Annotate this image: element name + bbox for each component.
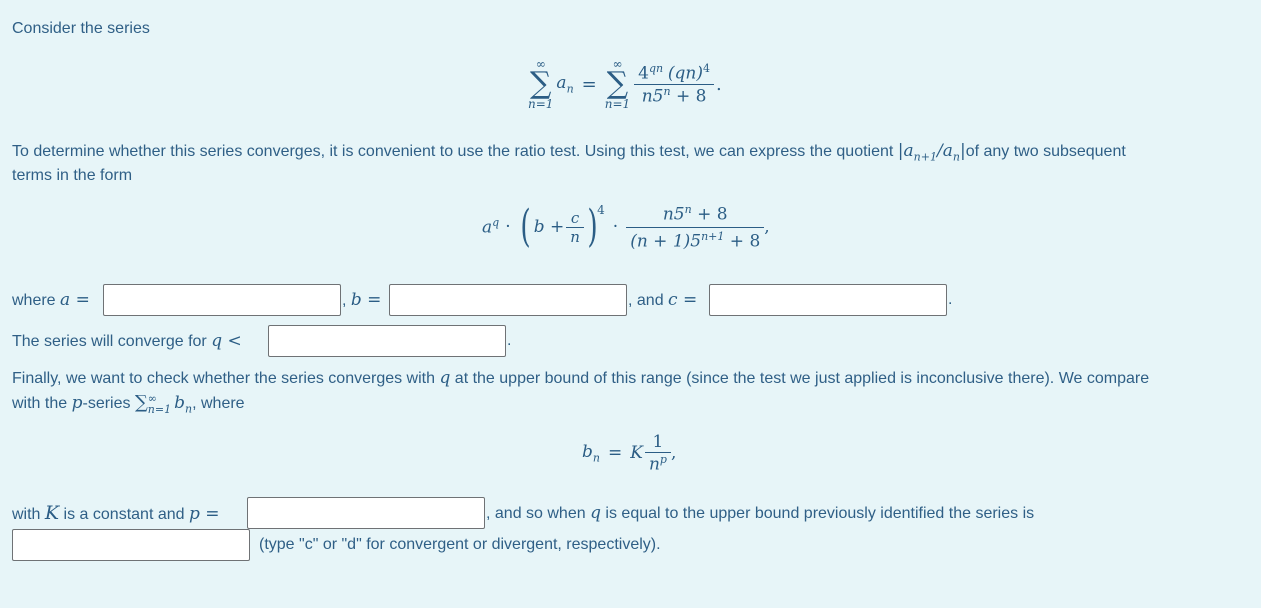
label-upper-bound-series: , and so when q is equal to the upper bo… (486, 503, 1035, 523)
dot-operator: · (505, 217, 511, 238)
answer-b-input[interactable] (389, 284, 627, 316)
answer-convergence-input[interactable] (12, 529, 250, 561)
p-series-paragraph-line1: Finally, we want to check whether the se… (12, 368, 1150, 388)
quotient-expression: |an+1/an| (897, 141, 966, 164)
ratio-test-paragraph-line1: To determine whether this series converg… (12, 141, 1126, 164)
answer-c-input[interactable] (709, 284, 947, 316)
constant-k: K (630, 443, 643, 464)
period: . (507, 332, 512, 349)
ratio-form-equation: aq · ( b + c n ) 4 · n5n + 8 (n + 1)5n+1… (482, 203, 770, 251)
right-paren: ) (587, 201, 598, 253)
convergence-hint: (type "c" or "d" for convergent or diver… (259, 536, 661, 553)
dot-operator: · (612, 217, 619, 238)
label-k-constant-p: with K is a constant and p = (12, 502, 220, 524)
sum-lower-limit: n=1 (604, 97, 631, 111)
comma: , (670, 443, 677, 464)
fraction-numerator: 4qn (qn)4 (638, 61, 710, 84)
left-paren: ( (520, 201, 531, 253)
bn-equation: bn = K 1 np , (582, 432, 676, 475)
series-fraction: 4qn (qn)4 n5n + 8 (634, 62, 714, 106)
label-converge-q: The series will converge for q < (12, 331, 242, 351)
series-equation: ∞ ∑ n=1 an = ∞ ∑ n=1 4qn (qn)4 n5n + 8 . (528, 58, 722, 110)
fraction-numerator: n5n + 8 (662, 203, 728, 225)
label-c: , and c = (628, 290, 698, 310)
sigma-icon: ∑ (530, 66, 552, 101)
sum-symbol: ∞ ∑ n=1 (528, 58, 553, 110)
answer-a-input[interactable] (103, 284, 341, 316)
answer-q-input[interactable] (268, 325, 506, 357)
period: . (948, 291, 953, 308)
one-over-n-p: 1 np (644, 432, 671, 475)
paren-exponent: 4 (597, 203, 605, 217)
fraction-denominator: (n + 1)5n+1 + 8 (630, 229, 761, 252)
fraction-numerator: c (570, 208, 580, 227)
sum-symbol-2: ∞ ∑ n=1 (605, 58, 630, 110)
term-a: an (556, 72, 574, 96)
b-n: bn (582, 442, 600, 465)
c-over-n-fraction: c n (566, 209, 584, 246)
fraction-numerator: 1 (652, 432, 664, 452)
intro-text: Consider the series (12, 20, 150, 37)
ratio-test-paragraph-line2: terms in the form (12, 167, 133, 184)
label-where-a: where a = (12, 290, 90, 310)
ratio-fraction: n5n + 8 (n + 1)5n+1 + 8 (626, 203, 765, 252)
p-series-paragraph-line2: with the p-series ∑ ∞ n=1 bn, where (12, 392, 245, 416)
fraction-denominator: np (648, 453, 667, 475)
fraction-denominator: n (570, 227, 580, 246)
equals-sign: = (581, 73, 597, 95)
label-b: , b = (342, 290, 382, 310)
comma: , (764, 217, 770, 238)
var-a-power-q: aq (482, 216, 500, 238)
sigma-icon: ∑ (134, 392, 148, 414)
fraction-denominator: n5n + 8 (641, 84, 707, 107)
period: . (715, 73, 722, 95)
answer-p-input[interactable] (247, 497, 485, 529)
b-plus: b + (533, 217, 565, 238)
sigma-icon: ∑ (606, 66, 629, 101)
sum-lower-limit: n=1 (528, 97, 554, 111)
equals-sign: = (607, 443, 623, 464)
